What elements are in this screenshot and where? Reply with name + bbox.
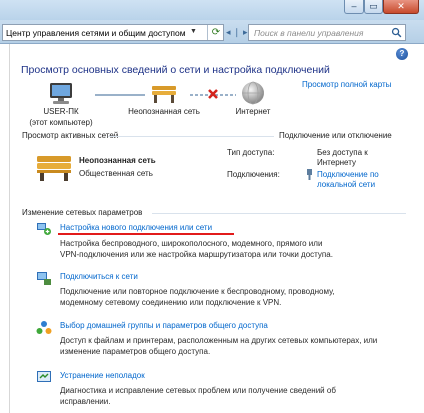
- network-adapter-icon: [307, 169, 312, 180]
- access-type-label: Тип доступа:: [227, 148, 275, 157]
- minimize-button[interactable]: –: [344, 0, 364, 14]
- help-icon[interactable]: ?: [396, 48, 408, 60]
- task-description: Настройка беспроводного, широкополосного…: [60, 239, 323, 248]
- access-type-value: Без доступа к: [317, 148, 368, 157]
- connect-to-network-link[interactable]: Подключиться к сети: [60, 272, 138, 281]
- network-node-label: Неопознанная сеть: [128, 107, 200, 116]
- divider: [152, 213, 406, 214]
- task-description: Диагностика и исправление сетевых пробле…: [60, 386, 336, 395]
- network-type: Общественная сеть: [79, 169, 153, 178]
- chevron-down-icon[interactable]: ▼: [190, 28, 197, 35]
- homegroup-icon: [36, 321, 52, 334]
- connect-network-icon: [37, 272, 51, 285]
- task-description: изменение параметров общего доступа.: [60, 347, 211, 356]
- bench-icon: [37, 156, 71, 181]
- navigation-arrows-icon[interactable]: ◂ ❘ ▸: [226, 27, 248, 38]
- disconnected-x-icon: [208, 89, 218, 99]
- search-input[interactable]: Поиск в панели управления: [248, 24, 406, 41]
- title-bar: – ▭ ✕: [0, 0, 424, 20]
- computer-icon: [50, 83, 72, 104]
- connection-link-2[interactable]: локальной сети: [317, 180, 375, 189]
- divider: [108, 136, 274, 137]
- task-description: модемному сетевому соединению или подклю…: [60, 298, 282, 307]
- setup-new-connection-link[interactable]: Настройка нового подключения или сети: [60, 223, 212, 232]
- active-networks-title: Просмотр активных сетей: [22, 131, 119, 140]
- change-settings-title: Изменение сетевых параметров: [22, 208, 143, 217]
- access-type-value-2: Интернету: [317, 158, 356, 167]
- address-path: Центр управления сетями и общим доступом: [6, 28, 186, 38]
- connect-disconnect-link[interactable]: Подключение или отключение: [279, 131, 392, 140]
- troubleshoot-link[interactable]: Устранение неполадок: [60, 371, 145, 380]
- internet-label: Интернет: [235, 107, 271, 116]
- refresh-icon[interactable]: ⟳: [207, 25, 224, 40]
- close-button[interactable]: ✕: [383, 0, 419, 14]
- connection-link[interactable]: Подключение по: [317, 170, 379, 179]
- search-icon[interactable]: [391, 27, 402, 38]
- address-bar[interactable]: Центр управления сетями и общим доступом…: [2, 24, 224, 41]
- task-description: Доступ к файлам и принтерам, расположенн…: [60, 336, 378, 345]
- task-description: Подключение или повторное подключение к …: [60, 287, 335, 296]
- connection-line: [95, 94, 145, 96]
- full-map-link[interactable]: Просмотр полной карты: [302, 80, 391, 89]
- troubleshoot-icon: [37, 371, 51, 382]
- search-placeholder: Поиск в панели управления: [254, 28, 364, 38]
- page-title: Просмотр основных сведений о сети и наст…: [21, 64, 330, 76]
- network-name: Неопознанная сеть: [79, 156, 156, 165]
- maximize-button[interactable]: ▭: [364, 0, 383, 14]
- globe-icon: [242, 81, 264, 105]
- connections-label: Подключения:: [227, 170, 280, 179]
- task-description: исправлении.: [60, 397, 111, 406]
- red-underline-annotation: [58, 233, 234, 235]
- homegroup-sharing-link[interactable]: Выбор домашней группы и параметров общег…: [60, 321, 268, 330]
- computer-label: USER-ПК: [43, 107, 79, 116]
- bench-icon: [152, 86, 176, 103]
- computer-sublabel: (этот компьютер): [29, 118, 93, 127]
- new-connection-icon: [37, 223, 51, 235]
- address-bar-row: Центр управления сетями и общим доступом…: [0, 20, 424, 44]
- task-description: VPN-подключения или же настройка маршрут…: [60, 250, 333, 259]
